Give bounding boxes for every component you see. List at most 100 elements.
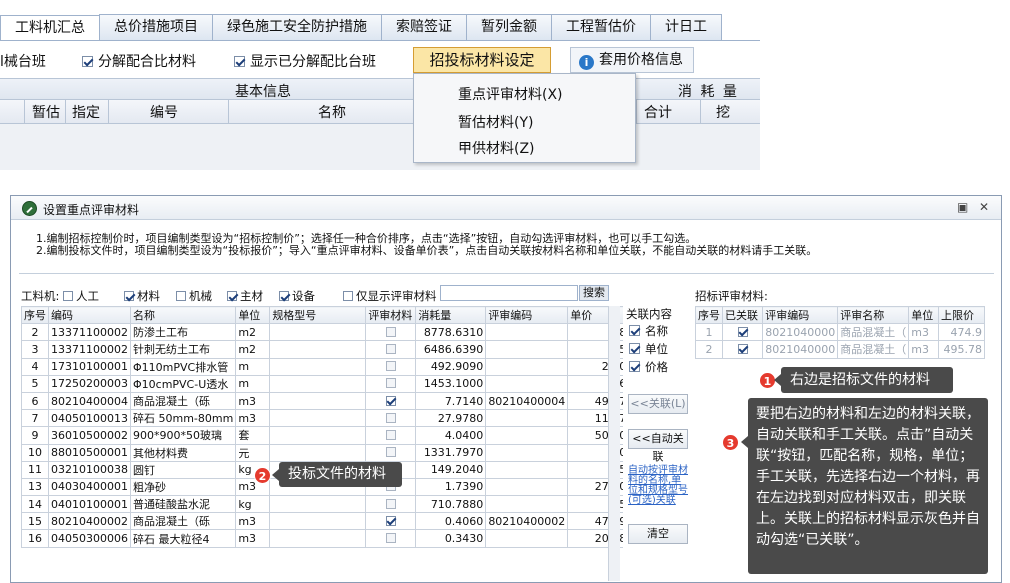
split-ratio-option[interactable]: 分解配合比材料 bbox=[82, 51, 196, 71]
tab-material-summary[interactable]: 工料机汇总 bbox=[0, 15, 100, 41]
filter-labor[interactable]: 人工 bbox=[63, 288, 99, 304]
rh-unit[interactable]: 单位 bbox=[908, 305, 939, 325]
rh-seq[interactable]: 序号 bbox=[695, 305, 723, 325]
menu-owner-supplied-material[interactable]: 甲供材料(Z) bbox=[458, 138, 535, 158]
tender-cell-linked[interactable] bbox=[721, 340, 764, 359]
review-checkbox[interactable] bbox=[385, 515, 396, 526]
review-checkbox[interactable] bbox=[385, 533, 396, 544]
cell-review[interactable] bbox=[365, 409, 417, 428]
rh-cap[interactable]: 上限价 bbox=[937, 305, 986, 325]
rh-linked[interactable]: 已关联 bbox=[721, 305, 764, 325]
menu-key-review-material[interactable]: 重点评审材料(X) bbox=[458, 84, 563, 104]
table-row[interactable]: 14 04010100001 普通硅酸盐水泥 kg 710.7880 0.51 bbox=[21, 495, 637, 514]
review-checkbox[interactable] bbox=[385, 498, 396, 509]
cell-review[interactable] bbox=[365, 323, 417, 342]
bid-material-settings-button[interactable]: 招投标材料设定 bbox=[413, 47, 551, 73]
cell-name: Φ10cmPVC-U透水 bbox=[129, 374, 237, 393]
table-row[interactable]: 704050100013碎石 50mm-80mmm327.9780118.73 bbox=[21, 409, 637, 428]
assoc-name-option[interactable]: 名称 bbox=[629, 323, 668, 339]
col-code[interactable]: 编号 bbox=[150, 102, 178, 122]
col-estimate[interactable]: 暂估 bbox=[32, 102, 60, 122]
cell-review[interactable] bbox=[365, 495, 417, 514]
review-checkbox[interactable] bbox=[385, 378, 396, 389]
tender-cell-linked[interactable] bbox=[721, 323, 764, 342]
search-button[interactable]: 搜索 bbox=[579, 285, 609, 301]
table-row[interactable]: 10 88010500001 其他材料费元 1331.7970 1.00 bbox=[21, 443, 637, 462]
table-row[interactable]: 1604050300006碎石 最大粒径4m30.3430203.85 bbox=[21, 529, 637, 548]
rh-name[interactable]: 评审名称 bbox=[837, 305, 910, 325]
lh-name[interactable]: 名称 bbox=[129, 305, 237, 325]
filter-material[interactable]: 材料 bbox=[124, 288, 160, 304]
cell-review[interactable] bbox=[365, 512, 417, 531]
review-checkbox[interactable] bbox=[385, 429, 396, 440]
assoc-unit-option[interactable]: 单位 bbox=[629, 341, 668, 357]
cell-review[interactable] bbox=[365, 426, 417, 445]
tab-estimated-price[interactable]: 工程暂估价 bbox=[551, 14, 651, 40]
apply-price-info-button[interactable]: i 套用价格信息 bbox=[570, 47, 694, 73]
split-ratio-checkbox[interactable] bbox=[82, 56, 93, 67]
show-split-option[interactable]: 显示已分解配比台班 bbox=[234, 51, 376, 71]
cell-review[interactable] bbox=[365, 391, 417, 411]
table-row[interactable]: 2 13371100002 防渗土工布 m2 8778.6310 3.82 bbox=[21, 323, 637, 342]
grid-column-header: 暂估 指定 编号 名称 合计 挖 bbox=[0, 100, 760, 124]
lh-unit[interactable]: 单位 bbox=[235, 305, 271, 325]
table-scrollbar[interactable] bbox=[608, 306, 620, 581]
review-checkbox[interactable] bbox=[385, 361, 396, 372]
col-assign[interactable]: 指定 bbox=[72, 102, 100, 122]
table-row[interactable]: 936010500002900*900*50玻璃套4.0400500.00 bbox=[21, 426, 637, 445]
auto-link-button[interactable]: <<自动关联 bbox=[628, 429, 688, 463]
restore-icon[interactable]: ▣ bbox=[957, 200, 968, 214]
review-checkbox[interactable] bbox=[385, 395, 396, 406]
callout-2: 投标文件的材料 bbox=[279, 462, 402, 487]
table-row[interactable]: 1580210400002商品混凝土（砾m30.4060802104000024… bbox=[21, 512, 637, 531]
linked-checkbox[interactable] bbox=[737, 326, 748, 337]
lh-code[interactable]: 编码 bbox=[48, 305, 131, 325]
tab-daywork[interactable]: 计日工 bbox=[650, 14, 722, 40]
tab-provisional-sum[interactable]: 暂列金额 bbox=[466, 14, 552, 40]
linked-checkbox[interactable] bbox=[737, 343, 748, 354]
tab-green-safety[interactable]: 绿色施工安全防护措施 bbox=[212, 14, 382, 40]
show-split-checkbox[interactable] bbox=[234, 56, 245, 67]
col-total[interactable]: 合计 bbox=[644, 102, 672, 122]
grid-empty-area bbox=[0, 124, 760, 170]
cell-qty: 6486.6390 bbox=[415, 340, 487, 359]
cell-review[interactable] bbox=[365, 340, 417, 359]
cell-qty: 1331.7970 bbox=[415, 443, 487, 462]
search-input[interactable] bbox=[440, 285, 578, 301]
tender-row[interactable]: 2 8021040000 商品混凝土（ m3 495.78 bbox=[695, 340, 986, 359]
review-checkbox[interactable] bbox=[385, 326, 396, 337]
tab-total-price-measures[interactable]: 总价措施项目 bbox=[99, 14, 213, 40]
table-row[interactable]: 417310100001Φ110mPVC排水管m492.909028.00 bbox=[21, 357, 637, 376]
table-row[interactable]: 3 13371100002 针刺无纺土工布 m2 6486.6390 2.50 bbox=[21, 340, 637, 359]
col-name[interactable]: 名称 bbox=[318, 102, 346, 122]
lh-spec[interactable]: 规格型号 bbox=[269, 305, 367, 325]
cell-review[interactable] bbox=[365, 529, 417, 548]
cell-code: 80210400002 bbox=[48, 512, 131, 531]
lh-review-code[interactable]: 评审编码 bbox=[485, 305, 569, 325]
menu-estimated-material[interactable]: 暂估材料(Y) bbox=[458, 112, 533, 132]
clear-button[interactable]: 清空 bbox=[628, 524, 688, 544]
lh-qty[interactable]: 消耗量 bbox=[415, 305, 487, 325]
lh-review[interactable]: 评审材料 bbox=[365, 305, 417, 325]
link-button[interactable]: <<关联(L) bbox=[628, 394, 688, 414]
tab-claims[interactable]: 索赔签证 bbox=[381, 14, 467, 40]
tender-cell-cap: 495.78 bbox=[937, 340, 986, 359]
tender-row[interactable]: 1 8021040000 商品混凝土（ m3 474.9 bbox=[695, 323, 986, 342]
filter-equipment[interactable]: 设备 bbox=[279, 288, 315, 304]
table-row[interactable]: 5 17250200003 Φ10cmPVC-U透水 m 1453.1000 6.60 bbox=[21, 374, 637, 393]
close-icon[interactable]: ✕ bbox=[979, 200, 989, 214]
lh-seq[interactable]: 序号 bbox=[21, 305, 49, 325]
table-row[interactable]: 680210400004商品混凝土（砾m37.71408021040000449… bbox=[21, 391, 637, 411]
review-checkbox[interactable] bbox=[385, 447, 396, 458]
filter-machine[interactable]: 机械 bbox=[176, 288, 212, 304]
review-checkbox[interactable] bbox=[385, 412, 396, 423]
filter-only-review[interactable]: 仅显示评审材料 bbox=[343, 288, 437, 304]
rh-code[interactable]: 评审编码 bbox=[762, 305, 839, 325]
filter-main-material[interactable]: 主材 bbox=[227, 288, 263, 304]
assoc-price-option[interactable]: 价格 bbox=[629, 359, 668, 375]
cell-code: 04050300006 bbox=[48, 529, 131, 548]
cell-review[interactable] bbox=[365, 357, 417, 376]
review-checkbox[interactable] bbox=[385, 343, 396, 354]
cell-review[interactable] bbox=[365, 374, 417, 393]
cell-review[interactable] bbox=[365, 443, 417, 462]
